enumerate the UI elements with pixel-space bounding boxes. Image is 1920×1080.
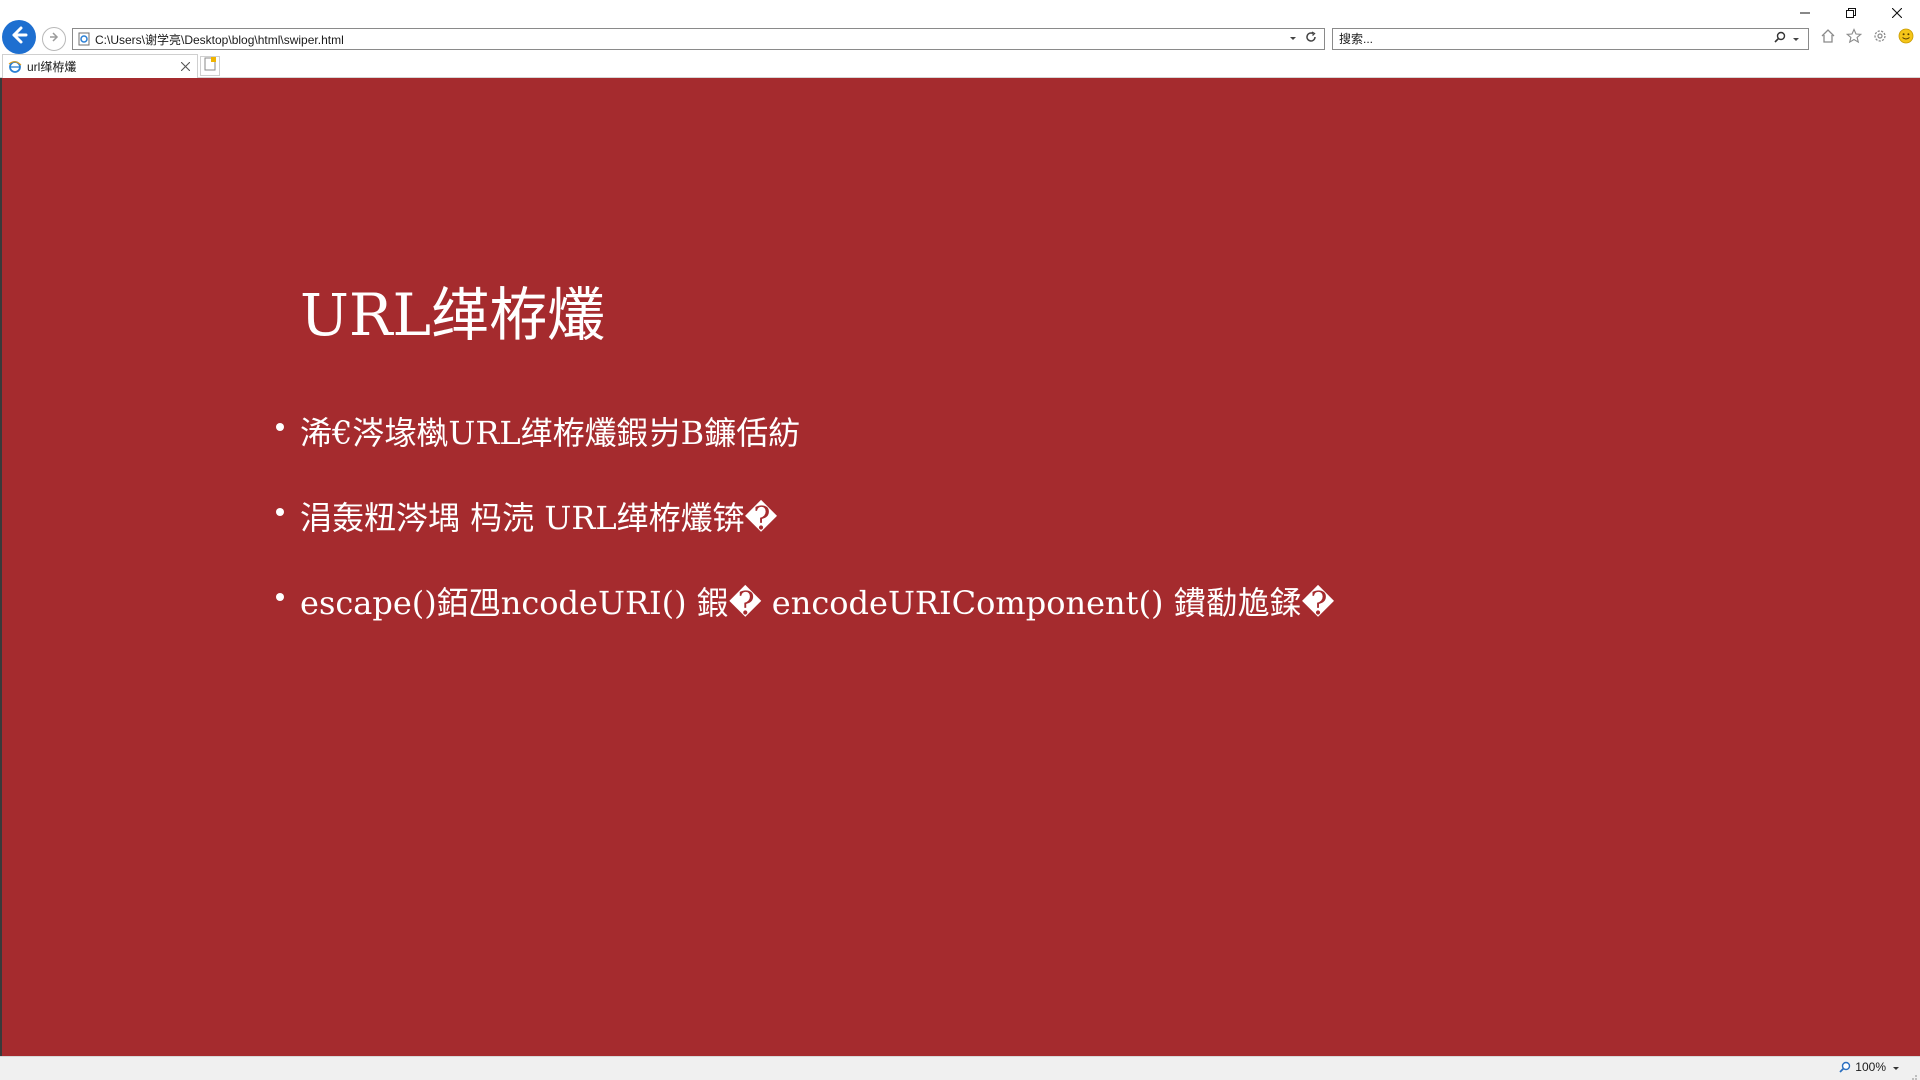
- address-bar[interactable]: C:\Users\谢学亮\Desktop\blog\html\swiper.ht…: [72, 28, 1325, 50]
- search-input[interactable]: [1333, 29, 1772, 49]
- chevron-down-icon: [1792, 30, 1800, 48]
- refresh-icon: [1305, 30, 1317, 48]
- feedback-button[interactable]: [1896, 28, 1916, 48]
- page-content: URL缂栫爜 浠€涔堟槸URL缂栫爜鍜岃В鐮佸紡 涓轰粈涔堣 杩涜 URL缂栫爜…: [2, 78, 1920, 1056]
- gear-icon: [1872, 28, 1888, 49]
- chevron-down-icon: [1288, 30, 1298, 48]
- tab-close-button[interactable]: [177, 59, 193, 75]
- ie-page-icon: [77, 32, 91, 46]
- close-icon: [1891, 5, 1903, 23]
- close-button[interactable]: [1874, 0, 1920, 28]
- browser-window: C:\Users\谢学亮\Desktop\blog\html\swiper.ht…: [0, 0, 1920, 1080]
- back-arrow-icon: [8, 24, 30, 51]
- zoom-dropdown[interactable]: [1890, 1061, 1902, 1075]
- new-tab-icon: [204, 56, 216, 76]
- bullet-text: 浠€涔堟槸URL缂栫爜鍜岃В鐮佸紡: [300, 414, 801, 452]
- tab-active[interactable]: url缂栫爜: [2, 54, 198, 78]
- bullet-dot: [276, 423, 284, 431]
- restore-button[interactable]: [1828, 0, 1874, 28]
- restore-icon: [1846, 5, 1856, 23]
- star-icon: [1845, 27, 1863, 49]
- ie-page-icon: [7, 59, 23, 75]
- search-provider-dropdown[interactable]: [1788, 30, 1804, 48]
- address-text[interactable]: C:\Users\谢学亮\Desktop\blog\html\swiper.ht…: [95, 31, 1284, 48]
- tab-strip: url缂栫爜: [0, 54, 1920, 78]
- search-box[interactable]: [1332, 28, 1809, 50]
- magnifier-icon: [1774, 30, 1786, 48]
- back-button[interactable]: [2, 20, 36, 54]
- home-icon: [1820, 28, 1836, 49]
- address-dropdown-button[interactable]: [1284, 30, 1302, 48]
- status-bar: 100%: [0, 1056, 1920, 1080]
- list-item: 浠€涔堟槸URL缂栫爜鍜岃В鐮佸紡: [274, 408, 1334, 493]
- bullet-dot: [276, 508, 284, 516]
- close-icon: [180, 59, 190, 74]
- minimize-icon: [1800, 5, 1810, 23]
- minimize-button[interactable]: [1782, 0, 1828, 28]
- zoom-control[interactable]: 100%: [1838, 1060, 1886, 1074]
- bullet-text: escape()銆乪ncodeURI() 鍜� encodeURICompone…: [300, 584, 1335, 622]
- new-tab-button[interactable]: [200, 56, 220, 76]
- command-icons: [1818, 27, 1916, 49]
- slide-title: URL缂栫爜: [300, 281, 606, 349]
- tab-title: url缂栫爜: [27, 60, 77, 74]
- navigation-bar: C:\Users\谢学亮\Desktop\blog\html\swiper.ht…: [0, 0, 1920, 54]
- zoom-level: 100%: [1855, 1060, 1886, 1074]
- tools-button[interactable]: [1870, 28, 1890, 48]
- smiley-icon: [1898, 28, 1914, 49]
- favorites-button[interactable]: [1844, 27, 1864, 49]
- bullet-text: 涓轰粈涔堣 杩涜 URL缂栫爜锛�: [300, 499, 778, 537]
- bullet-dot: [276, 593, 284, 601]
- forward-button[interactable]: [42, 27, 66, 51]
- window-controls: [1782, 0, 1920, 28]
- home-button[interactable]: [1818, 28, 1838, 48]
- list-item: 涓轰粈涔堣 杩涜 URL缂栫爜锛�: [274, 493, 1334, 578]
- list-item: escape()銆乪ncodeURI() 鍜� encodeURICompone…: [274, 578, 1334, 663]
- refresh-button[interactable]: [1302, 30, 1320, 48]
- resize-grip[interactable]: [1908, 1068, 1918, 1080]
- slide-bullet-list: 浠€涔堟槸URL缂栫爜鍜岃В鐮佸紡 涓轰粈涔堣 杩涜 URL缂栫爜锛� esca…: [274, 408, 1334, 663]
- chevron-down-icon: [1892, 1059, 1900, 1077]
- search-button[interactable]: [1772, 30, 1788, 48]
- zoom-magnifier-icon: [1838, 1060, 1852, 1074]
- forward-arrow-icon: [47, 30, 61, 49]
